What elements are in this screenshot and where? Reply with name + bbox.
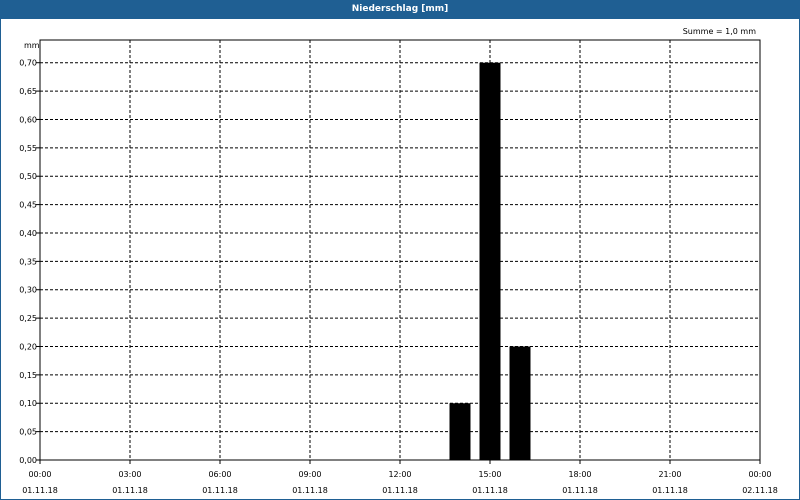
x-axis: 00:00 01.11.18 03:00 01.11.18 06:00 01.11.18 0… <box>22 460 778 495</box>
y-tick-label: 0,65 <box>19 87 37 96</box>
y-tick-label: 0,10 <box>19 399 37 408</box>
x-tick-date-label: 01.11.18 <box>292 486 328 495</box>
y-tick-label: 0,30 <box>19 286 37 295</box>
summary-label: Summe = 1,0 mm <box>683 27 757 36</box>
y-tick-label: 0,55 <box>19 144 37 153</box>
y-tick-label: 0,35 <box>19 257 37 266</box>
x-tick-time-label: 00:00 <box>748 470 771 479</box>
x-tick-date-label: 01.11.18 <box>202 486 238 495</box>
x-tick-time-label: 06:00 <box>208 470 231 479</box>
y-tick-label: 0,15 <box>19 371 37 380</box>
precipitation-chart: 0,00 0,05 0,10 0,15 0,20 0,25 0,30 0,35 0,40 0,45… <box>19 27 778 495</box>
x-tick-time-label: 09:00 <box>298 470 321 479</box>
y-axis-unit: mm <box>24 41 40 50</box>
x-tick-date-label: 02.11.18 <box>742 486 778 495</box>
y-axis: 0,00 0,05 0,10 0,15 0,20 0,25 0,30 0,35 0,40 0,45… <box>19 59 40 465</box>
y-tick-label: 0,05 <box>19 428 37 437</box>
y-tick-label: 0,60 <box>19 115 37 124</box>
y-tick-label: 0,40 <box>19 229 37 238</box>
x-tick-time-label: 03:00 <box>118 470 141 479</box>
precipitation-bar <box>509 346 531 460</box>
x-tick-date-label: 01.11.18 <box>472 486 508 495</box>
x-tick-time-label: 15:00 <box>478 470 501 479</box>
y-tick-label: 0,20 <box>19 342 37 351</box>
x-tick-time-label: 21:00 <box>658 470 681 479</box>
x-tick-date-label: 01.11.18 <box>112 486 148 495</box>
x-tick-date-label: 01.11.18 <box>22 486 58 495</box>
y-tick-label: 0,45 <box>19 201 37 210</box>
x-tick-time-label: 18:00 <box>568 470 591 479</box>
precipitation-bar <box>479 62 501 461</box>
x-tick-date-label: 01.11.18 <box>382 486 418 495</box>
x-tick-date-label: 01.11.18 <box>562 486 598 495</box>
x-tick-date-label: 01.11.18 <box>652 486 688 495</box>
precipitation-bar <box>449 403 471 460</box>
y-tick-label: 0,25 <box>19 314 37 323</box>
y-tick-label: 0,50 <box>19 172 37 181</box>
y-tick-label: 0,70 <box>19 59 37 68</box>
x-tick-time-label: 00:00 <box>28 470 51 479</box>
grid-lines <box>40 40 760 460</box>
x-tick-time-label: 12:00 <box>388 470 411 479</box>
y-tick-label: 0,00 <box>19 456 37 465</box>
